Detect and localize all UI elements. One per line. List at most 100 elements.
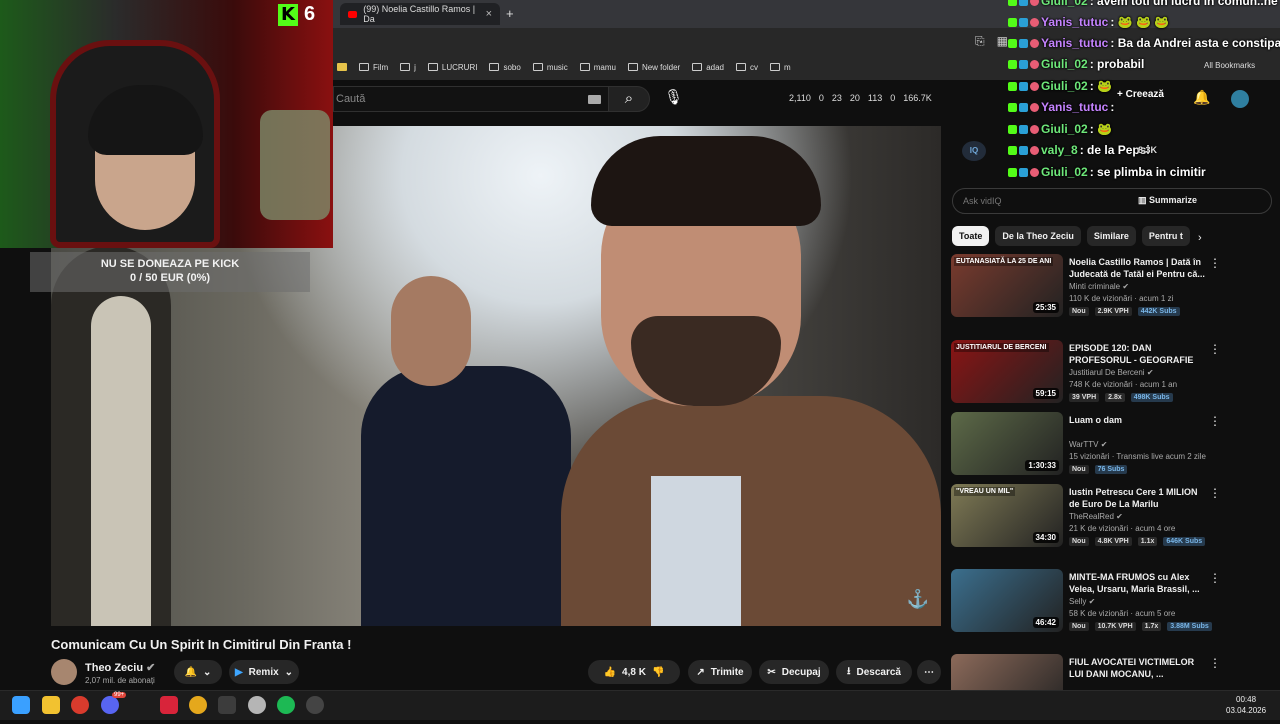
- more-options-icon[interactable]: ⋮: [1209, 342, 1221, 356]
- bookmark-folder[interactable]: Film: [359, 63, 388, 72]
- summarize-button[interactable]: ▥ Summarize: [1138, 195, 1197, 206]
- bookmark-folder[interactable]: j: [400, 63, 416, 72]
- create-button[interactable]: + Creează: [1117, 89, 1164, 100]
- recommendation-title[interactable]: Iustin Petrescu Cere 1 MILION de Euro De…: [1069, 486, 1209, 510]
- share-button[interactable]: ↗ Trimite: [688, 660, 752, 684]
- recommendation-channel[interactable]: WarTTV ✔: [1069, 440, 1107, 449]
- keyboard-icon[interactable]: [588, 95, 601, 104]
- video-thumbnail[interactable]: 46:42: [951, 569, 1063, 632]
- chat-message: Giuli_02 : 🐸: [1008, 122, 1112, 136]
- recommendation-title[interactable]: FIUL AVOCATEI VICTIMELOR LUI DANI MOCANU…: [1069, 656, 1209, 680]
- stat: 0: [890, 93, 896, 103]
- duration-badge: 25:35: [1032, 302, 1059, 313]
- bookmark-folder[interactable]: music: [532, 63, 568, 72]
- folder-icon: [400, 63, 411, 71]
- extension-icon[interactable]: ▦: [997, 34, 1008, 49]
- microphone-icon[interactable]: 🎙: [664, 88, 683, 106]
- more-options-icon[interactable]: ⋮: [1209, 486, 1221, 500]
- bookmark-folder[interactable]: New folder: [627, 63, 680, 72]
- recommendation-item[interactable]: "VREAU UN MIL" 34:30 Iustin Petrescu Cer…: [951, 484, 1271, 554]
- kick-badge-icon: [1008, 145, 1017, 155]
- bookmark-folder[interactable]: sobo: [489, 63, 521, 72]
- cast-icon[interactable]: ⎘: [975, 34, 985, 49]
- gog-icon[interactable]: [218, 696, 236, 714]
- file-explorer-icon[interactable]: [42, 696, 60, 714]
- system-clock[interactable]: 00:48 03.04.2026: [1226, 694, 1266, 716]
- search-input[interactable]: Caută: [333, 86, 608, 112]
- chat-username[interactable]: Giuli_02: [1041, 0, 1088, 8]
- obs-icon[interactable]: [306, 696, 324, 714]
- more-options-icon[interactable]: ⋮: [1209, 656, 1221, 670]
- channel-avatar[interactable]: [51, 659, 77, 685]
- recommendation-channel[interactable]: Minti criminale ✔: [1069, 282, 1129, 291]
- close-tab-icon[interactable]: ×: [486, 8, 492, 20]
- chat-username[interactable]: Giuli_02: [1041, 79, 1088, 93]
- recommendation-item[interactable]: 46:42 MINTE-MA FRUMOS cu Alex Velea, Urs…: [951, 569, 1271, 639]
- recommendation-title[interactable]: EPISODE 120: DAN PROFESORUL - GEOGRAFIE …: [1069, 342, 1209, 366]
- discord-icon[interactable]: [101, 696, 119, 714]
- bookmark-folder[interactable]: adad: [692, 63, 724, 72]
- all-bookmarks-button[interactable]: All Bookmarks: [1204, 61, 1255, 70]
- chrome-icon[interactable]: [71, 696, 89, 714]
- chip-all[interactable]: Toate: [952, 226, 990, 246]
- chat-username[interactable]: valy_8: [1041, 143, 1078, 157]
- recommendation-channel[interactable]: Justitiarul De Berceni ✔: [1069, 368, 1154, 377]
- more-options-icon[interactable]: ⋮: [1209, 256, 1221, 270]
- tf-app-icon[interactable]: [160, 696, 178, 714]
- video-thumbnail[interactable]: JUSTITIARUL DE BERCENI 59:15: [951, 340, 1063, 403]
- subs-badge: 442K Subs: [1137, 307, 1180, 316]
- video-thumbnail[interactable]: EUTANASIATĂ LA 25 DE ANI 25:35: [951, 254, 1063, 317]
- channel-watermark-icon[interactable]: ⚓: [907, 589, 929, 610]
- search-button[interactable]: ⌕: [608, 86, 650, 112]
- windows-start-icon[interactable]: [12, 696, 30, 714]
- recommendation-channel[interactable]: Selly ✔: [1069, 597, 1095, 606]
- browser-tab[interactable]: (99) Noelia Castillo Ramos | Da ×: [340, 3, 500, 25]
- chevron-right-icon[interactable]: ›: [1198, 232, 1202, 244]
- bookmark-folder[interactable]: mamu: [579, 63, 616, 72]
- coin-app-icon[interactable]: [189, 696, 207, 714]
- bookmark-icon[interactable]: [337, 63, 347, 71]
- vidiq-logo-icon[interactable]: IQ: [962, 141, 986, 161]
- vidiq-badges: Nou 4.8K VPH 1.1x 646K Subs: [1069, 537, 1206, 546]
- app-icon[interactable]: [248, 696, 266, 714]
- more-options-icon[interactable]: ⋮: [1209, 571, 1221, 585]
- notifications-bell-icon[interactable]: 🔔: [1193, 89, 1210, 106]
- video-thumbnail[interactable]: 1:30:33: [951, 412, 1063, 475]
- chat-username[interactable]: Giuli_02: [1041, 165, 1088, 179]
- new-tab-button[interactable]: +: [506, 6, 514, 21]
- chat-username[interactable]: Yanis_tutuc: [1041, 100, 1108, 114]
- clip-button[interactable]: ✂ Decupaj: [759, 660, 829, 684]
- more-options-icon[interactable]: ⋮: [1209, 414, 1221, 428]
- vidiq-badges: Nou 10.7K VPH 1.7x 3.88M Subs: [1069, 622, 1212, 631]
- chat-username[interactable]: Giuli_02: [1041, 57, 1088, 71]
- more-actions-button[interactable]: ⋯: [917, 660, 941, 684]
- recommendation-channel[interactable]: TheRealRed ✔: [1069, 512, 1123, 521]
- chat-username[interactable]: Yanis_tutuc: [1041, 15, 1108, 29]
- bookmark-folder[interactable]: m: [769, 63, 791, 72]
- recommendation-title[interactable]: Noelia Castillo Ramos | Dată în Judecată…: [1069, 256, 1209, 280]
- subs-badge: 498K Subs: [1130, 393, 1173, 402]
- recommendation-item[interactable]: 1:30:33 Luam o dam WarTTV ✔ 15 vizionări…: [951, 412, 1271, 482]
- scissors-icon: ✂: [767, 666, 776, 678]
- chip-from-channel[interactable]: De la Theo Zeciu: [995, 226, 1081, 246]
- chip-for-you[interactable]: Pentru t: [1141, 226, 1190, 246]
- chat-username[interactable]: Yanis_tutuc: [1041, 36, 1108, 50]
- recommendation-item[interactable]: JUSTITIARUL DE BERCENI 59:15 EPISODE 120…: [951, 340, 1271, 410]
- like-dislike-button[interactable]: 👍 4,8 K 👎: [588, 660, 680, 684]
- chip-similar[interactable]: Similare: [1086, 226, 1136, 246]
- video-thumbnail[interactable]: "VREAU UN MIL" 34:30: [951, 484, 1063, 547]
- channel-name[interactable]: Theo Zeciu ✔: [85, 661, 155, 674]
- subscribed-bell-button[interactable]: 🔔 ⌄: [174, 660, 222, 684]
- download-button[interactable]: ⭳ Descarcă: [836, 660, 912, 684]
- bookmark-folder[interactable]: LUCRURI: [427, 63, 477, 72]
- spotify-icon[interactable]: [277, 696, 295, 714]
- chat-text: : probabil: [1089, 57, 1145, 71]
- bookmark-folder[interactable]: cv: [735, 63, 758, 72]
- recommendation-title[interactable]: Luam o dam: [1069, 414, 1209, 426]
- remix-button[interactable]: ▶ Remix ⌄: [229, 660, 299, 684]
- recommendation-item[interactable]: EUTANASIATĂ LA 25 DE ANI 25:35 Noelia Ca…: [951, 254, 1271, 324]
- person-right-hair: [591, 136, 821, 226]
- chat-username[interactable]: Giuli_02: [1041, 122, 1088, 136]
- recommendation-title[interactable]: MINTE-MA FRUMOS cu Alex Velea, Ursaru, M…: [1069, 571, 1209, 595]
- account-avatar[interactable]: [1231, 90, 1249, 108]
